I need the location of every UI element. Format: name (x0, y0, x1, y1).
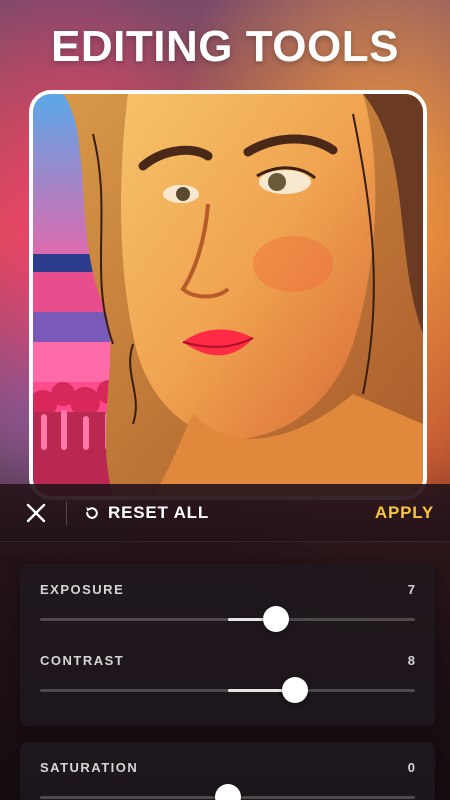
saturation-label: SATURATION (40, 760, 139, 775)
exposure-slider-thumb[interactable] (263, 606, 290, 632)
saturation-slider[interactable] (40, 784, 415, 800)
close-icon (26, 503, 46, 523)
adjustment-card-color: SATURATION 0 (20, 742, 435, 800)
reset-icon (86, 507, 98, 519)
saturation-value: 0 (407, 760, 415, 775)
photo-preview (29, 90, 427, 500)
exposure-label: EXPOSURE (40, 582, 125, 597)
exposure-control: EXPOSURE 7 (20, 582, 435, 652)
contrast-label: CONTRAST (40, 653, 125, 668)
toolbar-divider (66, 501, 67, 525)
adjustment-card-light: EXPOSURE 7 CONTRAST 8 (20, 564, 435, 726)
close-button[interactable] (22, 499, 50, 527)
contrast-control: CONTRAST 8 (20, 653, 435, 723)
contrast-value: 8 (407, 653, 415, 668)
saturation-control: SATURATION 0 (20, 760, 435, 800)
page-title: EDITING TOOLS (51, 22, 399, 71)
editor-toolbar: RESET ALL APPLY (0, 484, 450, 542)
contrast-slider-thumb[interactable] (282, 677, 308, 703)
apply-label: APPLY (374, 503, 434, 522)
exposure-value: 7 (407, 582, 415, 597)
saturation-slider-thumb[interactable] (214, 784, 241, 800)
contrast-slider[interactable] (40, 677, 415, 703)
reset-all-label: RESET ALL (108, 503, 210, 522)
apply-button[interactable]: APPLY (375, 499, 434, 527)
exposure-slider[interactable] (40, 606, 415, 632)
reset-all-button[interactable]: RESET ALL (84, 499, 209, 527)
portrait-artwork (33, 94, 423, 496)
